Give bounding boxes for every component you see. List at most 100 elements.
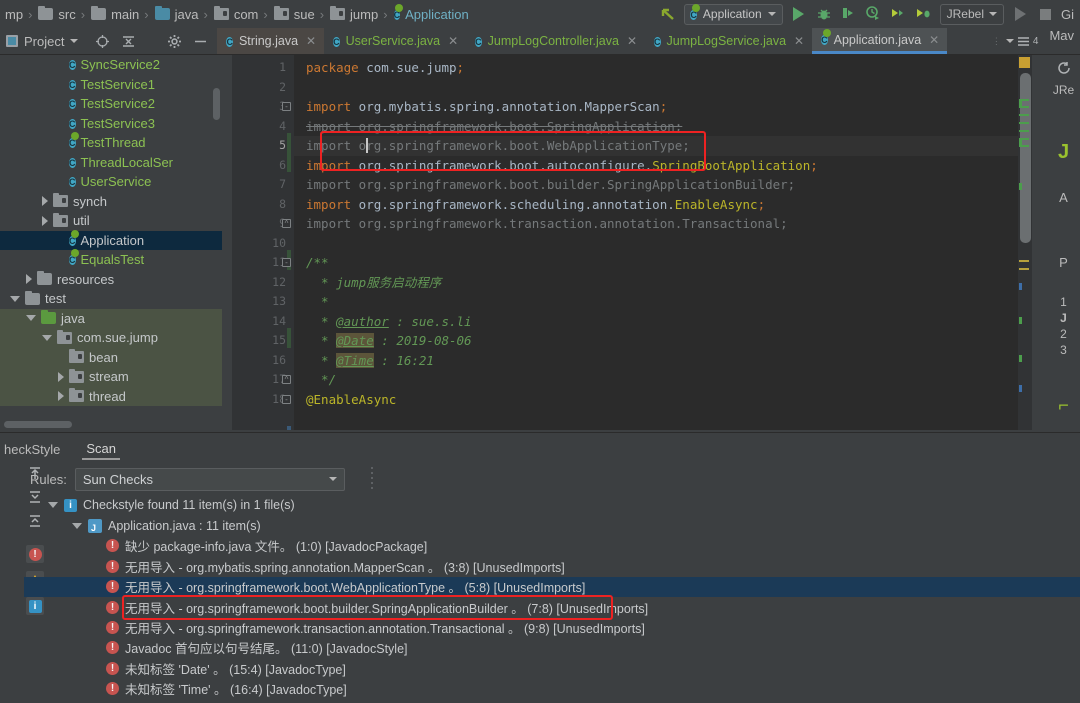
run-configuration-selector[interactable]: C Application: [684, 3, 783, 25]
checkstyle-item-row[interactable]: ! 未知标签 'Time' 。 (16:4) [JavadocType]: [24, 679, 1080, 699]
close-icon[interactable]: ✕: [306, 34, 316, 48]
code-line[interactable]: import org.springframework.boot.WebAppli…: [306, 136, 690, 156]
tree-node-testservice1[interactable]: C TestService1: [0, 75, 222, 95]
breadcrumb-item-application[interactable]: C Application: [391, 3, 471, 25]
editor-gutter[interactable]: 123456789101112131415161718: [232, 55, 294, 430]
checkstyle-item-row[interactable]: ! 无用导入 - org.mybatis.spring.annotation.Ma…: [24, 556, 1080, 576]
run-icon[interactable]: [790, 5, 808, 23]
code-line[interactable]: *: [306, 292, 329, 312]
rules-select[interactable]: Sun Checks: [74, 467, 345, 491]
tree-node-application[interactable]: C Application: [0, 230, 222, 250]
tree-node-resources[interactable]: resources: [0, 270, 222, 290]
checkstyle-tab-scan[interactable]: Scan: [82, 439, 121, 460]
code-line[interactable]: @EnableAsync: [306, 390, 396, 410]
checkstyle-results-tree[interactable]: i Checkstyle found 11 item(s) in 1 file(s…: [24, 495, 1080, 703]
run-profiler-icon[interactable]: [865, 5, 883, 23]
tree-node-util[interactable]: util: [0, 211, 222, 231]
chevron-down-icon[interactable]: [70, 39, 79, 43]
tab-userservice-java[interactable]: C UserService.java ✕: [324, 28, 466, 54]
chevron-right-icon[interactable]: [58, 371, 64, 382]
close-icon[interactable]: ✕: [627, 34, 637, 48]
debug-icon[interactable]: [815, 5, 833, 23]
run-with-coverage-icon[interactable]: [840, 5, 858, 23]
code-fold-toggle[interactable]: -: [282, 258, 291, 267]
code-line[interactable]: import org.mybatis.spring.annotation.Map…: [306, 97, 667, 117]
checkstyle-item-row[interactable]: ! 缺少 package-info.java 文件。 (1:0) [Javadoc…: [24, 536, 1080, 556]
code-line[interactable]: import org.springframework.boot.SpringAp…: [306, 117, 682, 137]
checkstyle-summary-row[interactable]: i Checkstyle found 11 item(s) in 1 file(s…: [24, 495, 1080, 515]
breadcrumb-item-sue[interactable]: sue: [271, 3, 317, 25]
maven-toolwindow-button[interactable]: Mav: [1043, 28, 1080, 54]
tab-application-java[interactable]: C Application.java ✕: [812, 28, 948, 54]
code-fold-toggle[interactable]: -: [282, 394, 291, 404]
close-icon[interactable]: ✕: [929, 33, 939, 47]
code-line[interactable]: import org.springframework.scheduling.an…: [306, 195, 765, 215]
tree-node-thread[interactable]: thread: [0, 386, 222, 406]
checkstyle-tab-heckstyle[interactable]: heckStyle: [0, 440, 64, 459]
close-icon[interactable]: ✕: [794, 34, 804, 48]
project-tree[interactable]: C SyncService2 C TestService1 C TestService2 C…: [0, 55, 222, 430]
chevron-down-icon[interactable]: [26, 315, 36, 322]
breadcrumb-item-mp[interactable]: mp: [2, 3, 25, 25]
chevron-down-icon[interactable]: [989, 12, 997, 16]
rerun-scan-icon[interactable]: [27, 466, 43, 485]
editor-code-area[interactable]: package com.sue.jump; import org.mybatis.…: [294, 55, 1032, 430]
chevron-right-icon[interactable]: [26, 274, 32, 285]
palette-toolwindow-button[interactable]: P: [1047, 255, 1080, 270]
chevron-down-icon[interactable]: [72, 522, 82, 529]
code-line[interactable]: import org.springframework.boot.builder.…: [306, 175, 795, 195]
build-icon[interactable]: [1011, 5, 1029, 23]
gear-icon[interactable]: [167, 34, 182, 49]
tree-node-stream[interactable]: stream: [0, 367, 222, 387]
panel-drag-handle[interactable]: [370, 466, 374, 492]
code-fold-toggle[interactable]: -: [282, 102, 291, 111]
collapse-all-icon[interactable]: [121, 34, 136, 49]
code-line[interactable]: import org.springframework.transaction.a…: [306, 214, 788, 234]
tree-node-testthread[interactable]: C TestThread: [0, 133, 222, 153]
tree-node-synch[interactable]: synch: [0, 192, 222, 212]
chevron-down-icon[interactable]: [42, 334, 52, 341]
close-icon[interactable]: ✕: [448, 34, 458, 48]
tab-jumplogservice-java[interactable]: C JumpLogService.java ✕: [645, 28, 812, 54]
jrebel-selector[interactable]: JRebel: [939, 3, 1004, 25]
hide-icon[interactable]: [193, 34, 208, 49]
chevron-down-icon[interactable]: [1005, 39, 1014, 43]
jrebel-toolwindow-button[interactable]: JRe: [1047, 83, 1080, 97]
code-fold-toggle[interactable]: ^: [282, 219, 291, 228]
checkstyle-item-row[interactable]: ! 无用导入 - org.springframework.boot.WebAppl…: [24, 576, 1080, 597]
code-line[interactable]: package com.sue.jump;: [306, 58, 464, 78]
code-editor[interactable]: 123456789101112131415161718 package com.…: [232, 55, 1032, 430]
tree-node-java[interactable]: java: [0, 308, 222, 328]
tab-jumplogcontroller-java[interactable]: C JumpLogController.java ✕: [466, 28, 645, 54]
code-line[interactable]: * @author : sue.s.li: [306, 312, 472, 332]
chevron-right-icon[interactable]: [58, 391, 64, 402]
checkstyle-item-row[interactable]: !工具类应隐藏 public 构造器。 (19:1) [HideUtilityC…: [24, 699, 1080, 703]
checkstyle-item-row[interactable]: ! 无用导入 - org.springframework.transaction.…: [24, 617, 1080, 637]
tree-node-threadlocalser[interactable]: C ThreadLocalSer: [0, 153, 222, 173]
chevron-right-icon[interactable]: [42, 196, 48, 207]
chevron-down-icon[interactable]: [10, 295, 20, 302]
tab-string-java[interactable]: C String.java ✕: [217, 28, 325, 54]
tree-node-testservice3[interactable]: C TestService3: [0, 114, 222, 134]
chevron-down-icon[interactable]: [48, 502, 58, 509]
breadcrumb-item-main[interactable]: main: [88, 3, 141, 25]
tree-vertical-scrollbar[interactable]: [213, 88, 220, 120]
tree-node-equalstest[interactable]: C EqualsTest: [0, 250, 222, 270]
stop-icon[interactable]: [1036, 5, 1054, 23]
chevron-down-icon[interactable]: [328, 477, 337, 481]
arrow-up-left-icon[interactable]: [659, 5, 677, 23]
checkstyle-file-row[interactable]: Application.java : 11 item(s): [24, 515, 1080, 535]
tab-overflow[interactable]: ⋮ 4: [987, 28, 1044, 54]
jrebel-debug-icon[interactable]: [915, 5, 933, 23]
tree-node-userservice[interactable]: C UserService: [0, 172, 222, 192]
tree-node-com-sue-jump[interactable]: com.sue.jump: [0, 328, 222, 348]
tree-node-bean[interactable]: bean: [0, 347, 222, 367]
code-line[interactable]: * @Date : 2019-08-06: [306, 331, 472, 351]
tree-node-test[interactable]: test: [0, 289, 222, 309]
breadcrumb-item-java[interactable]: java: [152, 3, 201, 25]
checkstyle-item-row[interactable]: ! Javadoc 首句应以句号结尾。 (11:0) [JavadocStyle]: [24, 638, 1080, 658]
chevron-down-icon[interactable]: [767, 12, 776, 16]
code-line[interactable]: import org.springframework.boot.autoconf…: [306, 156, 818, 176]
editor-marker-bar[interactable]: [1018, 55, 1032, 430]
breadcrumb-item-com[interactable]: com: [211, 3, 261, 25]
